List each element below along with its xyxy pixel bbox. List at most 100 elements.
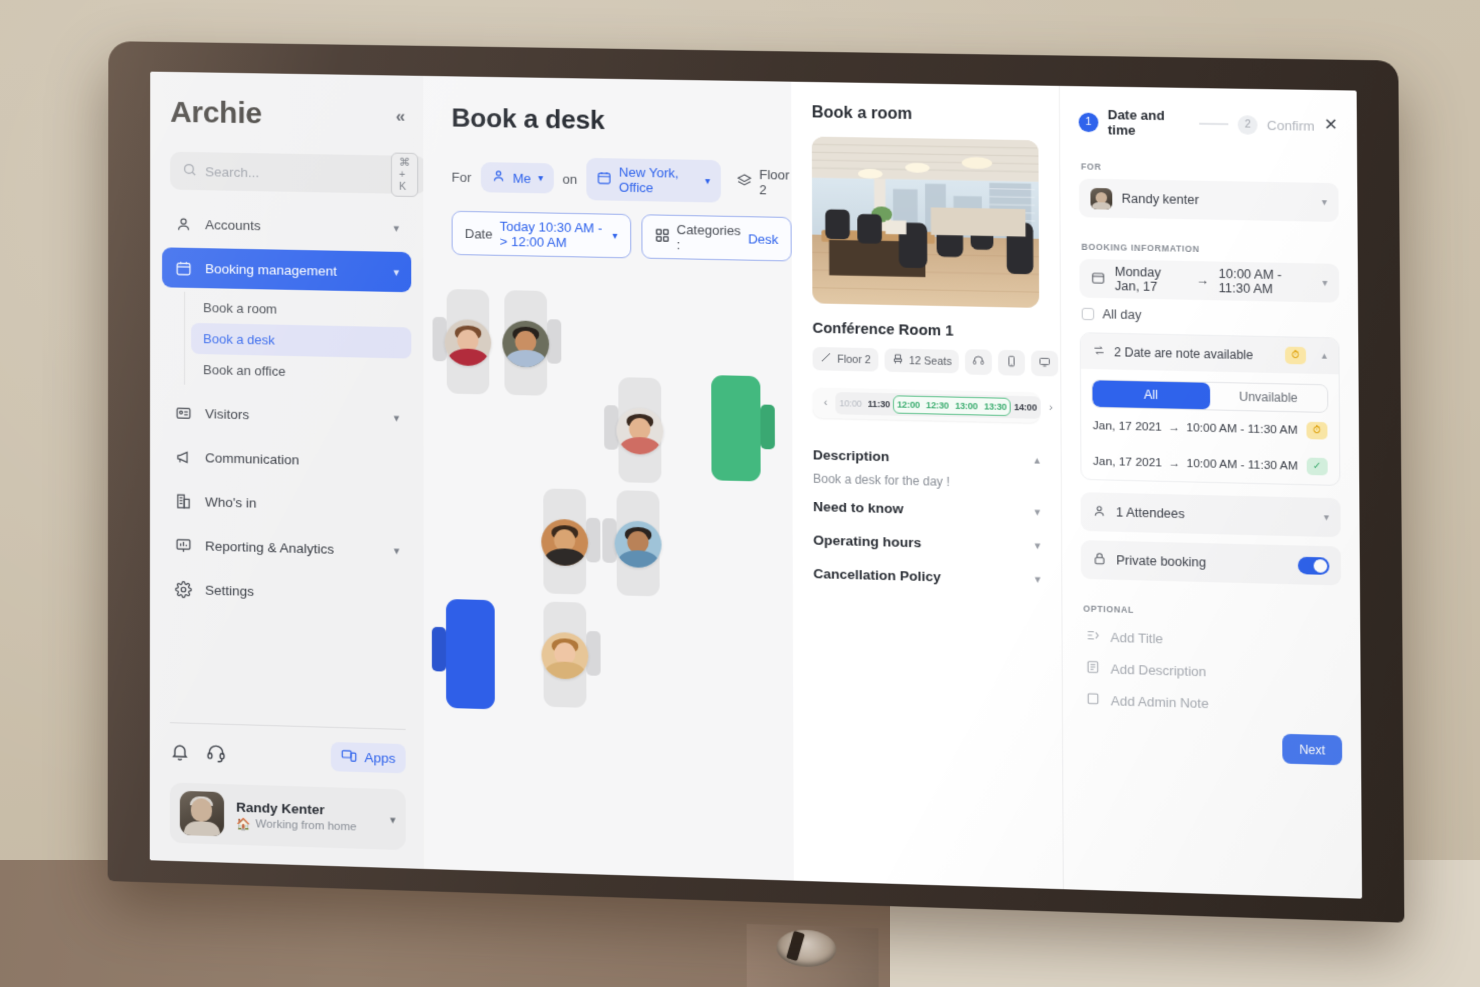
- calendar-icon: [597, 170, 612, 188]
- section-description[interactable]: Description ▴: [813, 438, 1040, 477]
- tab-unvailable[interactable]: Unvailable: [1210, 383, 1328, 412]
- availability-date: Jan, 17 2021: [1092, 419, 1162, 434]
- section-operating-hours[interactable]: Operating hours ▾: [813, 523, 1040, 562]
- apps-button[interactable]: Apps: [331, 741, 406, 774]
- sidebar-item-reporting-analytics[interactable]: Reporting & Analytics ▾: [162, 524, 412, 570]
- sidebar-tools: Apps: [169, 722, 406, 774]
- availability-time: 10:00 AM - 11:30 AM: [1186, 457, 1298, 473]
- headset-icon[interactable]: [206, 742, 228, 765]
- time-slot[interactable]: 13:00: [952, 398, 981, 415]
- chevron-down-icon: ▾: [1034, 539, 1041, 553]
- building-icon: [174, 492, 192, 510]
- section-title: Cancellation Policy: [813, 565, 941, 585]
- date-filter[interactable]: Date Today 10:30 AM -> 12:00 AM ▾: [451, 210, 631, 259]
- person-filter-chip[interactable]: Me ▾: [480, 162, 554, 194]
- subnav-item-book-a-room[interactable]: Book a room: [191, 292, 411, 328]
- avatar: [444, 319, 492, 367]
- desk-selected[interactable]: [431, 598, 495, 710]
- arrow-right-icon: →: [1196, 273, 1210, 288]
- calendar-icon: [174, 259, 192, 277]
- id-card-icon: [174, 404, 192, 422]
- sidebar-item-accounts[interactable]: Accounts ▾: [162, 203, 411, 248]
- search-box[interactable]: ⌘ + K: [170, 151, 426, 198]
- profile-card[interactable]: Randy Kenter 🏠 Working from home ▾: [169, 782, 406, 851]
- availability-title: 2 Date are note available: [1114, 344, 1254, 362]
- sidebar-item-label: Who's in: [205, 493, 257, 511]
- private-booking-field[interactable]: Private booking: [1080, 540, 1342, 586]
- tab-all[interactable]: All: [1092, 380, 1210, 410]
- attendees-field[interactable]: 1 Attendees ▾: [1080, 492, 1341, 538]
- availability-row[interactable]: Jan, 17 2021 → 10:00 AM - 11:30 AM ⏱: [1081, 408, 1339, 450]
- sidebar-item-label: Booking management: [205, 260, 337, 279]
- search-input[interactable]: [205, 163, 383, 182]
- subnav-item-book-an-office[interactable]: Book an office: [191, 354, 411, 390]
- availability-header[interactable]: 2 Date are note available ⏱ ▴: [1080, 333, 1339, 375]
- step-2-label: Confirm: [1266, 117, 1315, 134]
- profile-name: Randy Kenter: [236, 799, 325, 817]
- next-button[interactable]: Next: [1282, 733, 1343, 766]
- time-slot[interactable]: 10:00: [836, 395, 864, 412]
- house-icon: 🏠: [236, 818, 251, 831]
- chevron-down-icon[interactable]: ▾: [390, 813, 396, 826]
- bell-icon[interactable]: [170, 741, 192, 764]
- room-name: Conférence Room 1: [812, 320, 954, 340]
- sidebar-item-whos-in[interactable]: Who's in: [162, 480, 412, 526]
- desk-seat-2[interactable]: [502, 290, 562, 396]
- sidebar-item-booking-management[interactable]: Booking management ▾: [162, 247, 412, 293]
- main-content: Book a desk For Me ▾ on New York, Office…: [423, 75, 794, 881]
- room-tag-floor: Floor 2: [812, 346, 879, 372]
- step-indicator: 1 Date and time 2 Confirm ✕: [1078, 106, 1339, 141]
- section-cancellation-policy[interactable]: Cancellation Policy ▾: [813, 557, 1040, 596]
- booking-subnav: Book a room Book a desk Book an office: [184, 291, 412, 390]
- chevron-right-icon[interactable]: ›: [1042, 402, 1060, 415]
- add-title-label: Add Title: [1110, 629, 1164, 647]
- time-slot[interactable]: 14:00: [1011, 399, 1040, 416]
- avatar: [502, 320, 550, 368]
- user-icon: [490, 168, 505, 186]
- time-slot[interactable]: 11:30: [865, 396, 893, 413]
- person-filter-label: Me: [512, 170, 532, 186]
- avatar: [179, 790, 225, 837]
- availability-row[interactable]: Jan, 17 2021 → 10:00 AM - 11:30 AM ✓: [1081, 443, 1339, 485]
- section-need-to-know[interactable]: Need to know ▾: [813, 490, 1040, 529]
- desk-seat-5[interactable]: [602, 490, 662, 597]
- booking-panel: 1 Date and time 2 Confirm ✕ FOR Randy ke…: [1058, 85, 1363, 899]
- subnav-item-book-a-desk[interactable]: Book a desk: [191, 322, 412, 359]
- private-booking-toggle[interactable]: [1297, 556, 1330, 575]
- room-tag-label: 12 Seats: [908, 354, 952, 368]
- location-filter-chip[interactable]: New York, Office ▾: [586, 157, 721, 203]
- time-slot[interactable]: 12:00: [894, 396, 923, 413]
- sidebar-item-communication[interactable]: Communication: [162, 436, 411, 482]
- profile-status: 🏠 Working from home: [236, 816, 356, 834]
- apps-label: Apps: [364, 749, 396, 767]
- sidebar-item-settings[interactable]: Settings: [162, 568, 412, 615]
- time-slot[interactable]: 12:30: [923, 397, 952, 414]
- chevron-down-icon: ▾: [1323, 511, 1330, 524]
- location-filter-label: New York, Office: [618, 164, 679, 196]
- chevron-down-icon: ▾: [393, 544, 400, 557]
- categories-filter[interactable]: Categories : Desk: [640, 214, 792, 262]
- sidebar-item-label: Accounts: [205, 216, 261, 233]
- layers-icon: [736, 172, 752, 191]
- chevron-left-icon[interactable]: ‹: [817, 397, 835, 410]
- room-tags: Floor 2 12 Seats: [812, 346, 1059, 377]
- desk-seat-6[interactable]: [541, 601, 601, 708]
- desk-seat-1[interactable]: [432, 288, 492, 395]
- chevron-down-icon: ▾: [1034, 506, 1041, 519]
- room-detail-panel: Book a room Conférence Room 1 Floor 2 12…: [791, 81, 1063, 890]
- desk-seat-4[interactable]: [541, 488, 601, 595]
- close-icon[interactable]: ✕: [1324, 117, 1338, 135]
- title-icon: [1085, 628, 1100, 646]
- desk-available[interactable]: [711, 375, 775, 482]
- all-day-checkbox[interactable]: All day: [1081, 307, 1340, 326]
- chevrons-left-icon[interactable]: «: [396, 107, 405, 127]
- for-person-value: Randy kenter: [1121, 191, 1199, 208]
- sidebar-item-visitors[interactable]: Visitors ▾: [162, 392, 411, 438]
- for-person-field[interactable]: Randy kenter ▾: [1078, 178, 1339, 222]
- time-slot[interactable]: 13:30: [981, 398, 1010, 415]
- room-panel-title: Book a room: [811, 104, 913, 124]
- desk-seat-3[interactable]: [604, 377, 664, 484]
- booking-datetime-field[interactable]: Monday Jan, 17 → 10:00 AM - 11:30 AM ▾: [1079, 258, 1340, 303]
- seat-icon: [891, 353, 903, 368]
- floor-selector[interactable]: Floor 2: [736, 167, 792, 198]
